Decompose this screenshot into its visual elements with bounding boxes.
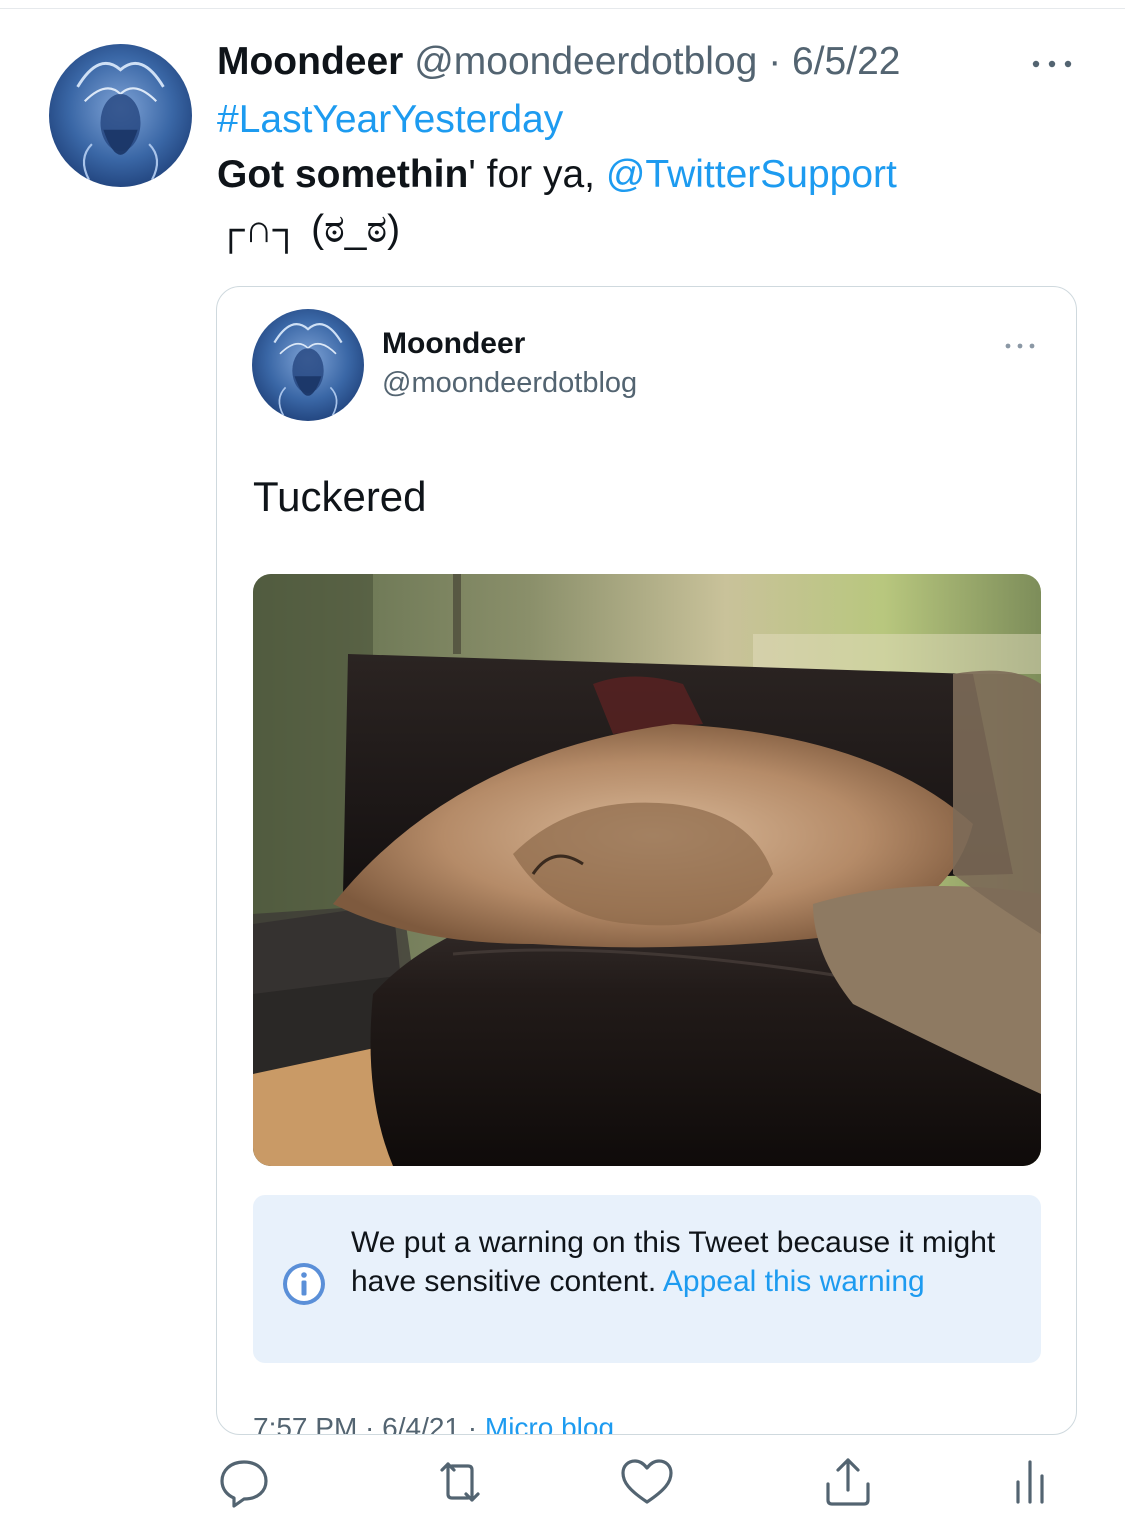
- kaomoji-text: ┌∩┐ (ಠ_ಠ): [217, 208, 401, 251]
- quoted-display-name[interactable]: Moondeer: [382, 327, 525, 361]
- like-icon[interactable]: [617, 1452, 677, 1512]
- retweet-icon[interactable]: [430, 1452, 490, 1512]
- quoted-avatar-image: [252, 309, 364, 421]
- quoted-photo[interactable]: [253, 574, 1041, 1166]
- quoted-meta: 7:57 PM · 6/4/21 · Micro.blog: [253, 1412, 614, 1434]
- warning-message: We put a warning on this Tweet because i…: [351, 1223, 1001, 1301]
- more-icon[interactable]: [1028, 52, 1076, 76]
- tweet-date[interactable]: 6/5/22: [792, 40, 900, 83]
- quoted-tweet-card[interactable]: Moondeer @moondeerdotblog Tuckered We pu…: [216, 286, 1077, 1435]
- action-bar: [0, 1452, 1125, 1516]
- top-divider: [0, 8, 1125, 9]
- handle[interactable]: @moondeerdotblog: [414, 40, 757, 83]
- quoted-source[interactable]: Micro.blog: [485, 1412, 614, 1434]
- appeal-warning-link[interactable]: Appeal this warning: [663, 1265, 925, 1298]
- quoted-more-icon[interactable]: [1002, 339, 1038, 353]
- sensitive-content-warning: We put a warning on this Tweet because i…: [253, 1195, 1041, 1363]
- reply-icon[interactable]: [214, 1452, 274, 1512]
- tweet-body-line: Got somethin' for ya, @TwitterSupport: [217, 147, 1097, 202]
- quoted-handle[interactable]: @moondeerdotblog: [382, 367, 637, 400]
- mention-link[interactable]: @TwitterSupport: [606, 153, 897, 196]
- tweet-bold-text: Got somethin: [217, 153, 469, 196]
- quoted-text: Tuckered: [253, 473, 427, 520]
- avatar[interactable]: [49, 44, 192, 187]
- hashtag-link[interactable]: #LastYearYesterday: [217, 92, 1097, 147]
- display-name[interactable]: Moondeer: [217, 40, 403, 83]
- share-icon[interactable]: [818, 1452, 878, 1512]
- separator: ·: [768, 40, 782, 83]
- tweet-text: #LastYearYesterday Got somethin' for ya,…: [217, 92, 1097, 257]
- tweet-text-after: ' for ya,: [468, 153, 606, 196]
- quoted-avatar[interactable]: [252, 309, 364, 421]
- info-icon: [283, 1263, 325, 1305]
- sleeping-dog-photo: [253, 574, 1041, 1166]
- analytics-icon[interactable]: [1004, 1452, 1064, 1512]
- quoted-timestamp[interactable]: 7:57 PM · 6/4/21 ·: [253, 1412, 485, 1434]
- tweet-header: Moondeer @moondeerdotblog · 6/5/22: [217, 38, 900, 86]
- avatar-image: [49, 44, 192, 187]
